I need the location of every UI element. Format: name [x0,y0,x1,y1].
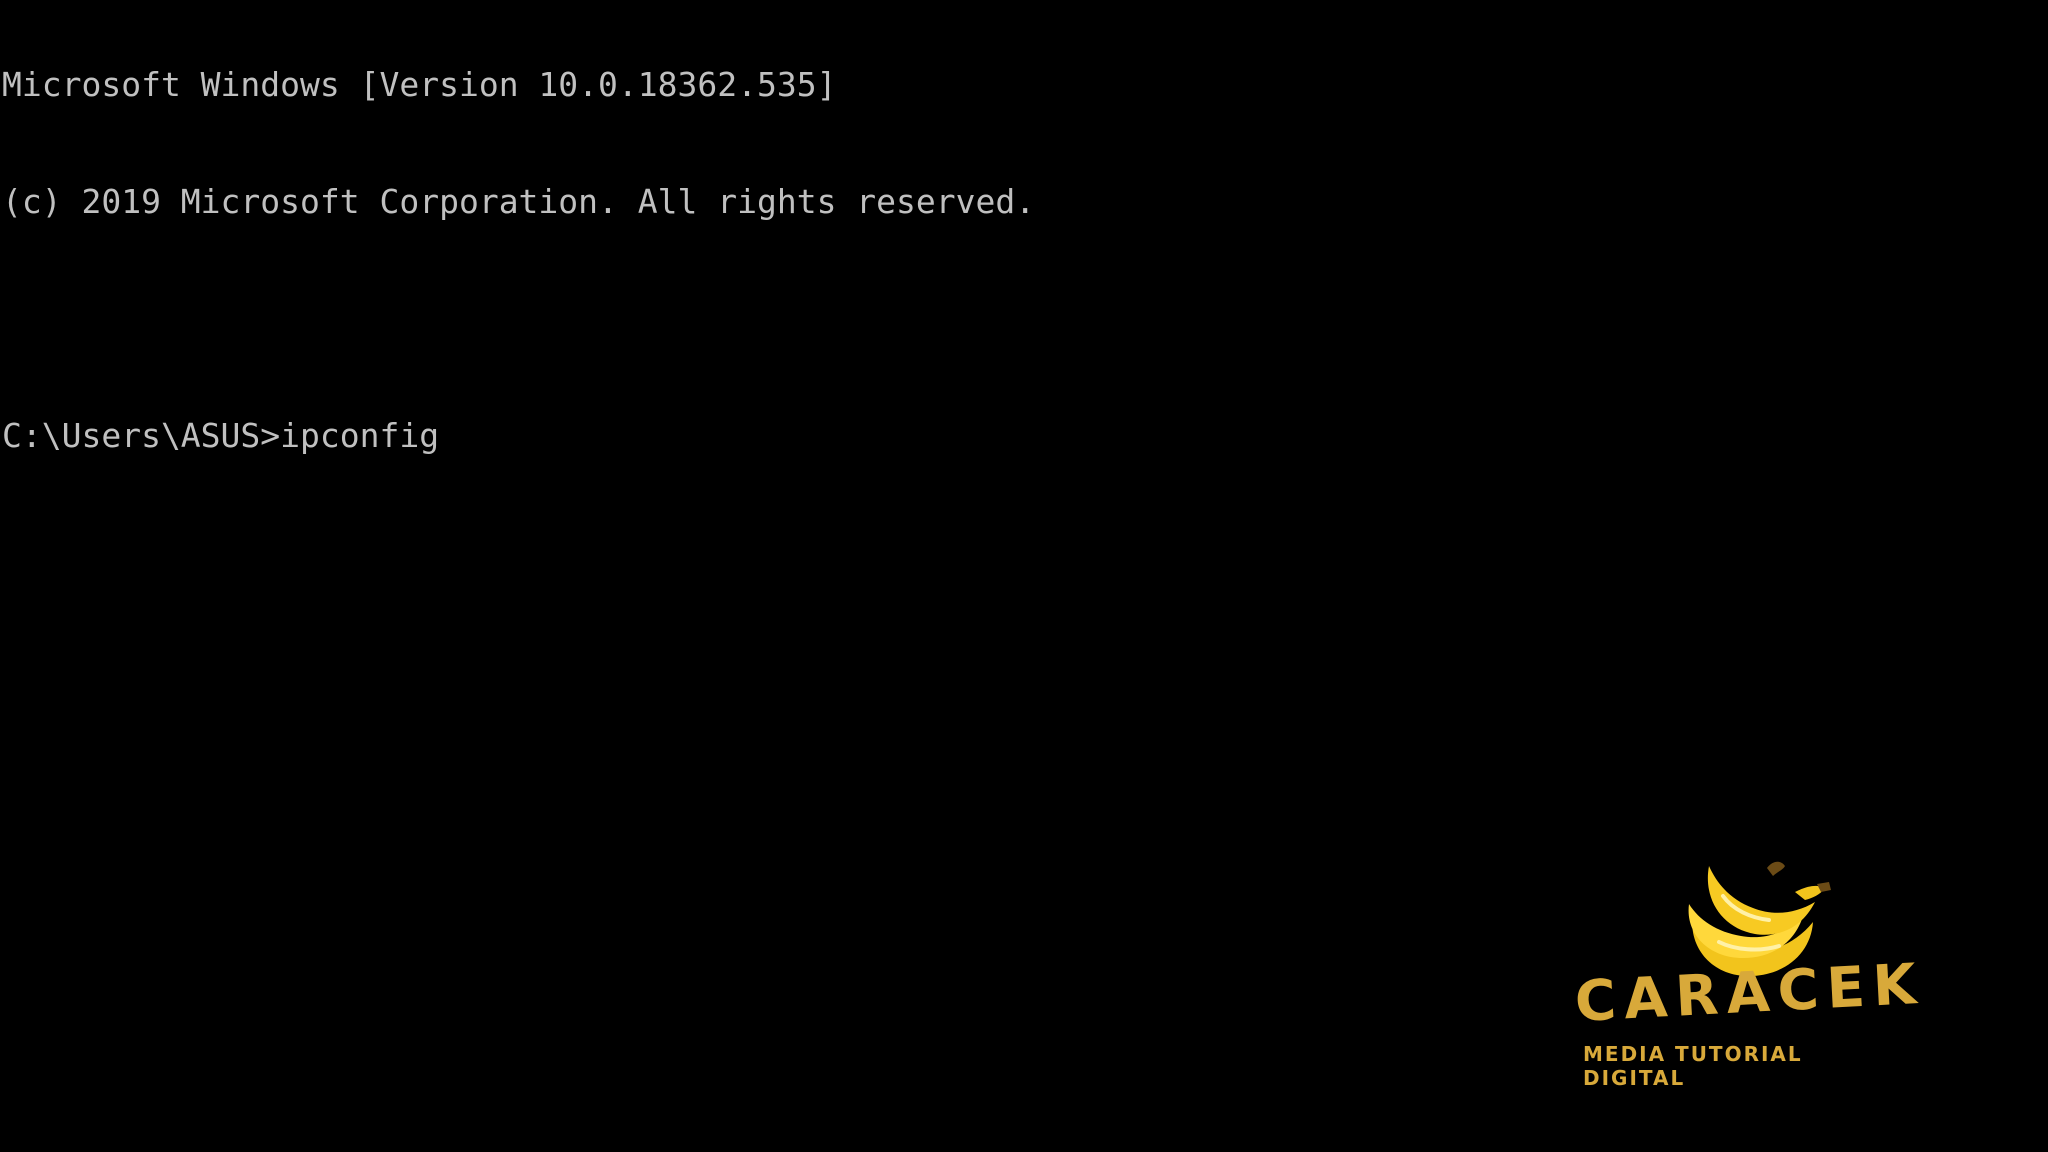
brand-tagline: MEDIA TUTORIAL DIGITAL [1583,1042,1803,1090]
console-output: Microsoft Windows [Version 10.0.18362.53… [2,0,1035,533]
command-prompt-window[interactable]: Microsoft Windows [Version 10.0.18362.53… [0,0,2048,1152]
copyright-line: (c) 2019 Microsoft Corporation. All righ… [2,182,1036,221]
command-input[interactable]: ipconfig [280,416,439,455]
prompt-path: C:\Users\ASUS> [2,416,281,455]
prompt-line[interactable]: C:\Users\ASUS>ipconfig [2,416,1035,455]
watermark-logo: CARACEK MEDIA TUTORIAL DIGITAL [1573,850,1926,1090]
version-line: Microsoft Windows [Version 10.0.18362.53… [2,65,837,104]
brand-name: CARACEK [1573,951,1926,1035]
